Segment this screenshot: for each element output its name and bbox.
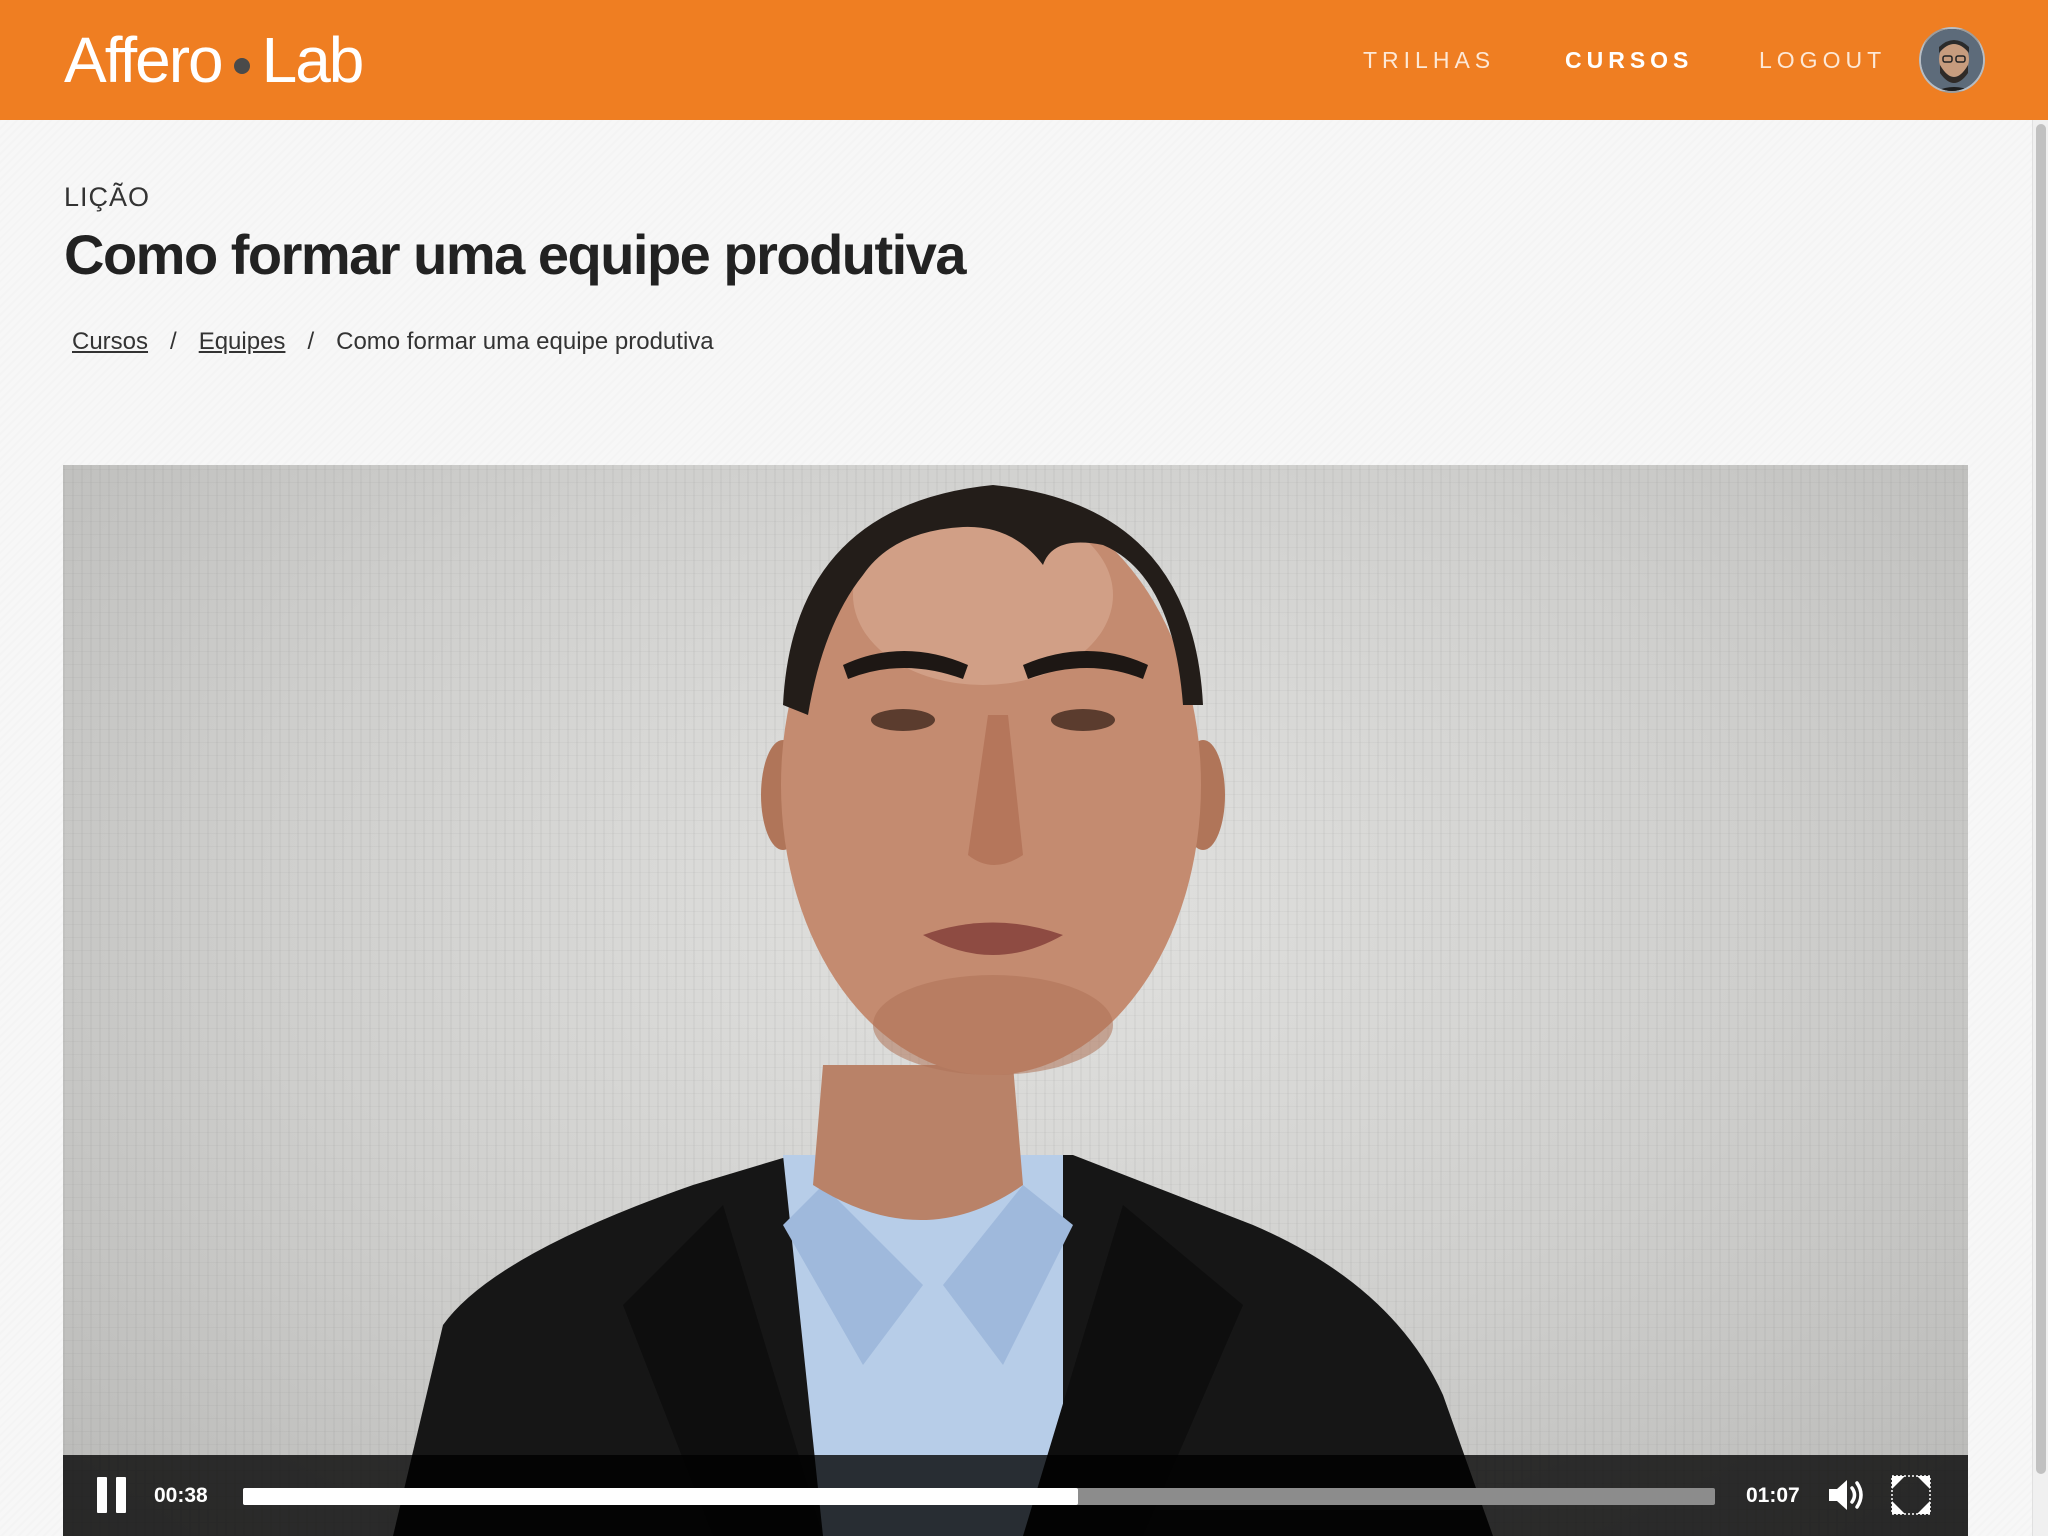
- page-scrollbar-thumb[interactable]: [2036, 124, 2046, 1474]
- fullscreen-icon: [1891, 1475, 1931, 1515]
- logo-text-lab: Lab: [261, 24, 365, 96]
- total-duration: 01:07: [1746, 1483, 1800, 1507]
- nav-link-cursos[interactable]: CURSOS: [1565, 0, 1693, 120]
- pause-icon: [97, 1477, 107, 1513]
- video-frame-presenter: [393, 485, 1493, 1536]
- progress-bar[interactable]: [243, 1488, 1715, 1505]
- nav-link-logout[interactable]: LOGOUT: [1759, 0, 1886, 120]
- volume-icon: [1829, 1480, 1863, 1510]
- avatar-image: [1921, 29, 1983, 91]
- volume-button[interactable]: [1826, 1475, 1868, 1515]
- current-time: 00:38: [154, 1483, 208, 1507]
- breadcrumb-link-equipes[interactable]: Equipes: [199, 328, 286, 356]
- pause-button[interactable]: [97, 1477, 127, 1513]
- breadcrumb: Cursos / Equipes / Como formar uma equip…: [72, 328, 714, 356]
- affero-lab-logo[interactable]: Affero Lab: [64, 22, 365, 98]
- breadcrumb-separator: /: [307, 328, 315, 355]
- top-navigation-bar: Affero Lab TRILHAS CURSOS LOGOUT: [0, 0, 2048, 120]
- user-avatar[interactable]: [1919, 27, 1985, 93]
- breadcrumb-link-cursos[interactable]: Cursos: [72, 328, 148, 356]
- progress-fill: [243, 1488, 1078, 1505]
- video-player[interactable]: 00:38 01:07: [63, 465, 1968, 1536]
- nav-link-trilhas[interactable]: TRILHAS: [1363, 0, 1495, 120]
- logo-dot: [233, 58, 250, 74]
- pause-icon-bar: [116, 1477, 126, 1513]
- page-title: Como formar uma equipe produtiva: [64, 223, 967, 286]
- video-controls-bar: 00:38 01:07: [63, 1455, 1968, 1536]
- fullscreen-button[interactable]: [1889, 1473, 1933, 1517]
- breadcrumb-separator: /: [170, 328, 177, 355]
- lesson-kicker: LIÇÃO: [64, 182, 151, 212]
- breadcrumb-current: Como formar uma equipe produtiva: [336, 328, 714, 355]
- logo-text-affero: Affero: [64, 24, 224, 96]
